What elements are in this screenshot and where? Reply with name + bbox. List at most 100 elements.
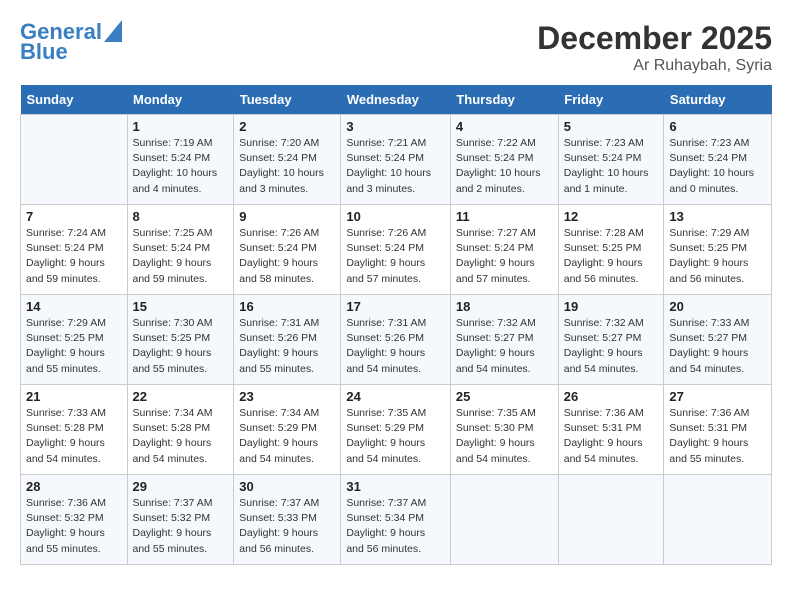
day-info: Sunrise: 7:37 AM Sunset: 5:32 PM Dayligh… (133, 496, 229, 557)
day-number: 30 (239, 479, 335, 494)
day-number: 26 (564, 389, 659, 404)
calendar-cell: 7 Sunrise: 7:24 AM Sunset: 5:24 PM Daylig… (21, 205, 128, 295)
calendar-week-5: 28 Sunrise: 7:36 AM Sunset: 5:32 PM Dayli… (21, 475, 772, 565)
day-number: 28 (26, 479, 122, 494)
day-number: 14 (26, 299, 122, 314)
day-number: 31 (346, 479, 445, 494)
day-info: Sunrise: 7:22 AM Sunset: 5:24 PM Dayligh… (456, 136, 553, 197)
day-header-tuesday: Tuesday (234, 85, 341, 115)
calendar-cell: 4 Sunrise: 7:22 AM Sunset: 5:24 PM Daylig… (450, 115, 558, 205)
calendar-cell: 12 Sunrise: 7:28 AM Sunset: 5:25 PM Dayli… (558, 205, 664, 295)
calendar-cell (664, 475, 772, 565)
calendar-cell: 30 Sunrise: 7:37 AM Sunset: 5:33 PM Dayli… (234, 475, 341, 565)
day-info: Sunrise: 7:36 AM Sunset: 5:31 PM Dayligh… (564, 406, 659, 467)
day-info: Sunrise: 7:26 AM Sunset: 5:24 PM Dayligh… (346, 226, 445, 287)
calendar-cell: 11Sunrise: 7:27 AM Sunset: 5:24 PM Dayli… (450, 205, 558, 295)
day-header-wednesday: Wednesday (341, 85, 451, 115)
day-number: 13 (669, 209, 766, 224)
day-info: Sunrise: 7:19 AM Sunset: 5:24 PM Dayligh… (133, 136, 229, 197)
day-info: Sunrise: 7:36 AM Sunset: 5:32 PM Dayligh… (26, 496, 122, 557)
day-info: Sunrise: 7:29 AM Sunset: 5:25 PM Dayligh… (669, 226, 766, 287)
day-info: Sunrise: 7:31 AM Sunset: 5:26 PM Dayligh… (346, 316, 445, 377)
day-number: 29 (133, 479, 229, 494)
day-info: Sunrise: 7:23 AM Sunset: 5:24 PM Dayligh… (564, 136, 659, 197)
calendar-cell: 25 Sunrise: 7:35 AM Sunset: 5:30 PM Dayli… (450, 385, 558, 475)
logo-blue-text: Blue (20, 40, 68, 64)
day-info: Sunrise: 7:36 AM Sunset: 5:31 PM Dayligh… (669, 406, 766, 467)
page-header: General Blue December 2025 Ar Ruhaybah, … (20, 20, 772, 75)
day-info: Sunrise: 7:31 AM Sunset: 5:26 PM Dayligh… (239, 316, 335, 377)
day-number: 4 (456, 119, 553, 134)
calendar-cell (21, 115, 128, 205)
day-number: 10 (346, 209, 445, 224)
day-info: Sunrise: 7:28 AM Sunset: 5:25 PM Dayligh… (564, 226, 659, 287)
day-info: Sunrise: 7:24 AM Sunset: 5:24 PM Dayligh… (26, 226, 122, 287)
calendar-cell: 27 Sunrise: 7:36 AM Sunset: 5:31 PM Dayli… (664, 385, 772, 475)
day-info: Sunrise: 7:21 AM Sunset: 5:24 PM Dayligh… (346, 136, 445, 197)
calendar-cell: 8Sunrise: 7:25 AM Sunset: 5:24 PM Daylig… (127, 205, 234, 295)
logo-icon (104, 20, 122, 42)
calendar-cell (450, 475, 558, 565)
day-number: 7 (26, 209, 122, 224)
day-info: Sunrise: 7:26 AM Sunset: 5:24 PM Dayligh… (239, 226, 335, 287)
calendar-cell: 9 Sunrise: 7:26 AM Sunset: 5:24 PM Daylig… (234, 205, 341, 295)
calendar-cell: 3 Sunrise: 7:21 AM Sunset: 5:24 PM Daylig… (341, 115, 451, 205)
day-number: 2 (239, 119, 335, 134)
calendar-table: SundayMondayTuesdayWednesdayThursdayFrid… (20, 85, 772, 565)
day-info: Sunrise: 7:32 AM Sunset: 5:27 PM Dayligh… (564, 316, 659, 377)
day-info: Sunrise: 7:27 AM Sunset: 5:24 PM Dayligh… (456, 226, 553, 287)
day-number: 9 (239, 209, 335, 224)
day-header-friday: Friday (558, 85, 664, 115)
day-number: 27 (669, 389, 766, 404)
day-info: Sunrise: 7:25 AM Sunset: 5:24 PM Dayligh… (133, 226, 229, 287)
calendar-header-row: SundayMondayTuesdayWednesdayThursdayFrid… (21, 85, 772, 115)
day-number: 25 (456, 389, 553, 404)
day-number: 5 (564, 119, 659, 134)
day-number: 24 (346, 389, 445, 404)
day-header-monday: Monday (127, 85, 234, 115)
calendar-cell: 22 Sunrise: 7:34 AM Sunset: 5:28 PM Dayli… (127, 385, 234, 475)
day-info: Sunrise: 7:37 AM Sunset: 5:33 PM Dayligh… (239, 496, 335, 557)
day-info: Sunrise: 7:34 AM Sunset: 5:29 PM Dayligh… (239, 406, 335, 467)
title-area: December 2025 Ar Ruhaybah, Syria (537, 20, 772, 75)
calendar-cell: 19 Sunrise: 7:32 AM Sunset: 5:27 PM Dayli… (558, 295, 664, 385)
day-number: 23 (239, 389, 335, 404)
calendar-cell: 10 Sunrise: 7:26 AM Sunset: 5:24 PM Dayli… (341, 205, 451, 295)
calendar-cell (558, 475, 664, 565)
day-info: Sunrise: 7:20 AM Sunset: 5:24 PM Dayligh… (239, 136, 335, 197)
calendar-cell: 2 Sunrise: 7:20 AM Sunset: 5:24 PM Daylig… (234, 115, 341, 205)
day-header-sunday: Sunday (21, 85, 128, 115)
day-number: 1 (133, 119, 229, 134)
day-number: 12 (564, 209, 659, 224)
day-info: Sunrise: 7:29 AM Sunset: 5:25 PM Dayligh… (26, 316, 122, 377)
day-info: Sunrise: 7:30 AM Sunset: 5:25 PM Dayligh… (133, 316, 229, 377)
day-number: 18 (456, 299, 553, 314)
calendar-cell: 23 Sunrise: 7:34 AM Sunset: 5:29 PM Dayli… (234, 385, 341, 475)
day-info: Sunrise: 7:35 AM Sunset: 5:29 PM Dayligh… (346, 406, 445, 467)
day-info: Sunrise: 7:32 AM Sunset: 5:27 PM Dayligh… (456, 316, 553, 377)
day-number: 22 (133, 389, 229, 404)
month-title: December 2025 (537, 20, 772, 57)
calendar-cell: 26 Sunrise: 7:36 AM Sunset: 5:31 PM Dayli… (558, 385, 664, 475)
day-info: Sunrise: 7:33 AM Sunset: 5:27 PM Dayligh… (669, 316, 766, 377)
calendar-cell: 21Sunrise: 7:33 AM Sunset: 5:28 PM Dayli… (21, 385, 128, 475)
day-info: Sunrise: 7:37 AM Sunset: 5:34 PM Dayligh… (346, 496, 445, 557)
day-info: Sunrise: 7:35 AM Sunset: 5:30 PM Dayligh… (456, 406, 553, 467)
calendar-cell: 6Sunrise: 7:23 AM Sunset: 5:24 PM Daylig… (664, 115, 772, 205)
calendar-body: 1 Sunrise: 7:19 AM Sunset: 5:24 PM Daylig… (21, 115, 772, 565)
calendar-week-1: 1 Sunrise: 7:19 AM Sunset: 5:24 PM Daylig… (21, 115, 772, 205)
day-info: Sunrise: 7:34 AM Sunset: 5:28 PM Dayligh… (133, 406, 229, 467)
calendar-cell: 14 Sunrise: 7:29 AM Sunset: 5:25 PM Dayli… (21, 295, 128, 385)
day-number: 21 (26, 389, 122, 404)
calendar-cell: 28 Sunrise: 7:36 AM Sunset: 5:32 PM Dayli… (21, 475, 128, 565)
day-number: 17 (346, 299, 445, 314)
calendar-cell: 13 Sunrise: 7:29 AM Sunset: 5:25 PM Dayli… (664, 205, 772, 295)
day-number: 19 (564, 299, 659, 314)
calendar-cell: 17 Sunrise: 7:31 AM Sunset: 5:26 PM Dayli… (341, 295, 451, 385)
day-number: 16 (239, 299, 335, 314)
day-number: 15 (133, 299, 229, 314)
day-number: 3 (346, 119, 445, 134)
calendar-cell: 5 Sunrise: 7:23 AM Sunset: 5:24 PM Daylig… (558, 115, 664, 205)
day-number: 20 (669, 299, 766, 314)
day-number: 6 (669, 119, 766, 134)
